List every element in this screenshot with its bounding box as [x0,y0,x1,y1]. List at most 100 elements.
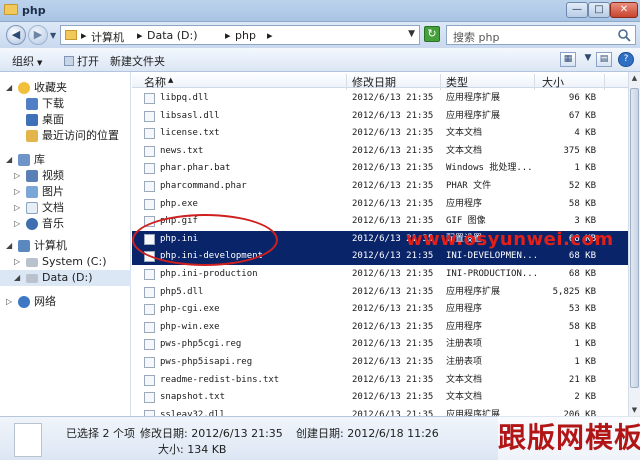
nav-system-c-label: System (C:) [42,255,107,268]
crumb-separator[interactable]: ▸ [81,29,87,42]
nav-music[interactable]: ▷ 音乐 [0,216,131,232]
file-row[interactable]: license.txt 2012/6/13 21:35 文本文档 4 KB [132,125,628,142]
nav-downloads[interactable]: 下载 [0,96,131,112]
expand-icon[interactable]: ◢ [6,80,12,96]
file-row[interactable]: libsasl.dll 2012/6/13 21:35 应用程序扩展 67 KB [132,108,628,125]
expand-icon[interactable]: ▷ [6,294,12,310]
minimize-button[interactable]: — [566,2,588,18]
created-date: 创建日期: 2012/6/18 11:26 [296,427,439,440]
nav-videos-label: 视频 [42,169,64,182]
file-type: INI-PRODUCTION... [446,269,539,279]
nav-computer[interactable]: ◢ 计算机 [0,238,131,254]
change-view-icon[interactable]: ▦ [560,52,576,67]
crumb-separator[interactable]: ▸ [267,29,273,42]
file-row[interactable]: php.exe 2012/6/13 21:35 应用程序 58 KB [132,196,628,213]
file-date: 2012/6/13 21:35 [352,110,434,121]
file-type: 应用程序 [446,198,483,209]
selection-size: 大小: 134 KB [158,443,227,456]
file-row[interactable]: php.ini-development 2012/6/13 21:35 INI-DE… [132,248,628,266]
new-folder-button[interactable]: 新建文件夹 [110,53,165,69]
column-modified[interactable]: 修改日期 [352,74,396,90]
file-type: 注册表项 [446,339,483,350]
file-size: 375 KB [563,145,596,156]
file-type: 应用程序 [446,304,483,315]
nav-recent-places[interactable]: 最近访问的位置 [0,128,131,144]
expand-icon[interactable]: ▷ [14,216,20,232]
column-name[interactable]: 名称 [144,74,166,90]
file-name: pws-php5isapi.reg [160,357,253,367]
file-size: 53 KB [568,304,596,315]
open-button[interactable]: 打开 [64,53,99,69]
navigation-bar: ◀ ▶ ▼ ▸ 计算机 ▸ Data (D:) ▸ php ▸ ▼ ↻ 搜索 p… [0,22,640,48]
file-row[interactable]: php5.dll 2012/6/13 21:35 应用程序扩展 5,825 KB [132,284,628,301]
address-bar[interactable]: ▸ 计算机 ▸ Data (D:) ▸ php ▸ ▼ [60,25,420,45]
vertical-scrollbar[interactable]: ▲ ▼ [628,72,640,416]
crumb-separator[interactable]: ▸ [137,29,143,42]
file-row[interactable]: php-win.exe 2012/6/13 21:35 应用程序 58 KB [132,319,628,336]
nav-pictures[interactable]: ▷ 图片 [0,184,131,200]
open-label: 打开 [77,55,99,68]
open-icon [64,56,74,66]
back-button[interactable]: ◀ [6,25,26,45]
forward-button[interactable]: ▶ [28,25,48,45]
file-type: INI-DEVELOPMEN... [446,251,539,262]
file-size: 5,825 KB [552,286,596,297]
nav-data-d[interactable]: ◢ Data (D:) [0,270,131,286]
site-watermark: www.osyunwei.com [406,229,614,250]
help-icon[interactable]: ? [618,52,634,67]
recent-pages-dropdown-icon[interactable]: ▼ [50,31,56,40]
nav-desktop[interactable]: 桌面 [0,112,131,128]
breadcrumb-computer[interactable]: 计算机 [91,29,124,45]
file-row[interactable]: pws-php5isapi.reg 2012/6/13 21:35 注册表项 1 KB [132,354,628,371]
pictures-icon [26,186,38,198]
nav-pictures-label: 图片 [42,185,64,198]
file-type: 应用程序扩展 [446,286,501,297]
expand-icon[interactable]: ▷ [14,184,20,200]
crumb-separator[interactable]: ▸ [225,29,231,42]
expand-icon[interactable]: ◢ [14,270,20,286]
file-row[interactable]: snapshot.txt 2012/6/13 21:35 文本文档 2 KB [132,389,628,406]
file-type: 文本文档 [446,374,483,385]
brand-watermark: 跟版网模板 [498,416,640,460]
file-row[interactable]: phar.phar.bat 2012/6/13 21:35 Windows 批处理.… [132,160,628,177]
file-row[interactable]: php.gif 2012/6/13 21:35 GIF 图像 3 KB [132,213,628,230]
file-row[interactable]: pharcommand.phar 2012/6/13 21:35 PHAR 文件 52… [132,178,628,195]
nav-libraries[interactable]: ◢ 库 [0,152,131,168]
scroll-thumb[interactable] [630,88,639,388]
file-row[interactable]: php-cgi.exe 2012/6/13 21:35 应用程序 53 KB [132,301,628,318]
search-icon[interactable] [617,28,631,42]
organize-button[interactable]: 组织 ▼ [12,53,42,69]
maximize-button[interactable]: □ [588,2,610,18]
file-row[interactable]: readme-redist-bins.txt 2012/6/13 21:35 文本文… [132,372,628,389]
computer-icon [18,240,30,252]
file-row[interactable]: ssleay32.dll 2012/6/13 21:35 应用程序扩展 206 KB [132,407,628,416]
expand-icon[interactable]: ◢ [6,238,12,254]
column-size[interactable]: 大小 [542,74,564,90]
file-type: 文本文档 [446,392,483,403]
nav-videos[interactable]: ▷ 视频 [0,168,131,184]
expand-icon[interactable]: ▷ [14,168,20,184]
scroll-down-icon[interactable]: ▼ [629,404,640,416]
file-row[interactable]: libpq.dll 2012/6/13 21:35 应用程序扩展 96 KB [132,90,628,107]
nav-system-c[interactable]: ▷ System (C:) [0,254,131,270]
breadcrumb-php[interactable]: php [235,29,256,42]
expand-icon[interactable]: ◢ [6,152,12,168]
scroll-up-icon[interactable]: ▲ [629,72,640,84]
close-button[interactable]: ✕ [610,2,638,18]
nav-network[interactable]: ▷ 网络 [0,294,131,310]
refresh-button[interactable]: ↻ [424,26,440,42]
address-dropdown-icon[interactable]: ▼ [408,29,415,39]
nav-favorites[interactable]: ◢ 收藏夹 [0,80,131,96]
preview-pane-icon[interactable]: ▤ [596,52,612,67]
nav-documents[interactable]: ▷ 文档 [0,200,131,216]
view-dropdown-icon[interactable]: ▼ [580,52,596,67]
expand-icon[interactable]: ▷ [14,200,20,216]
file-row[interactable]: news.txt 2012/6/13 21:35 文本文档 375 KB [132,143,628,160]
file-row[interactable]: php.ini-production 2012/6/13 21:35 INI-PRO… [132,266,628,283]
breadcrumb-data-d[interactable]: Data (D:) [147,29,198,42]
file-name: libsasl.dll [160,110,220,121]
file-row[interactable]: pws-php5cgi.reg 2012/6/13 21:35 注册表项 1 KB [132,336,628,353]
search-input[interactable]: 搜索 php [446,25,636,45]
expand-icon[interactable]: ▷ [14,254,20,270]
column-type[interactable]: 类型 [446,74,468,90]
